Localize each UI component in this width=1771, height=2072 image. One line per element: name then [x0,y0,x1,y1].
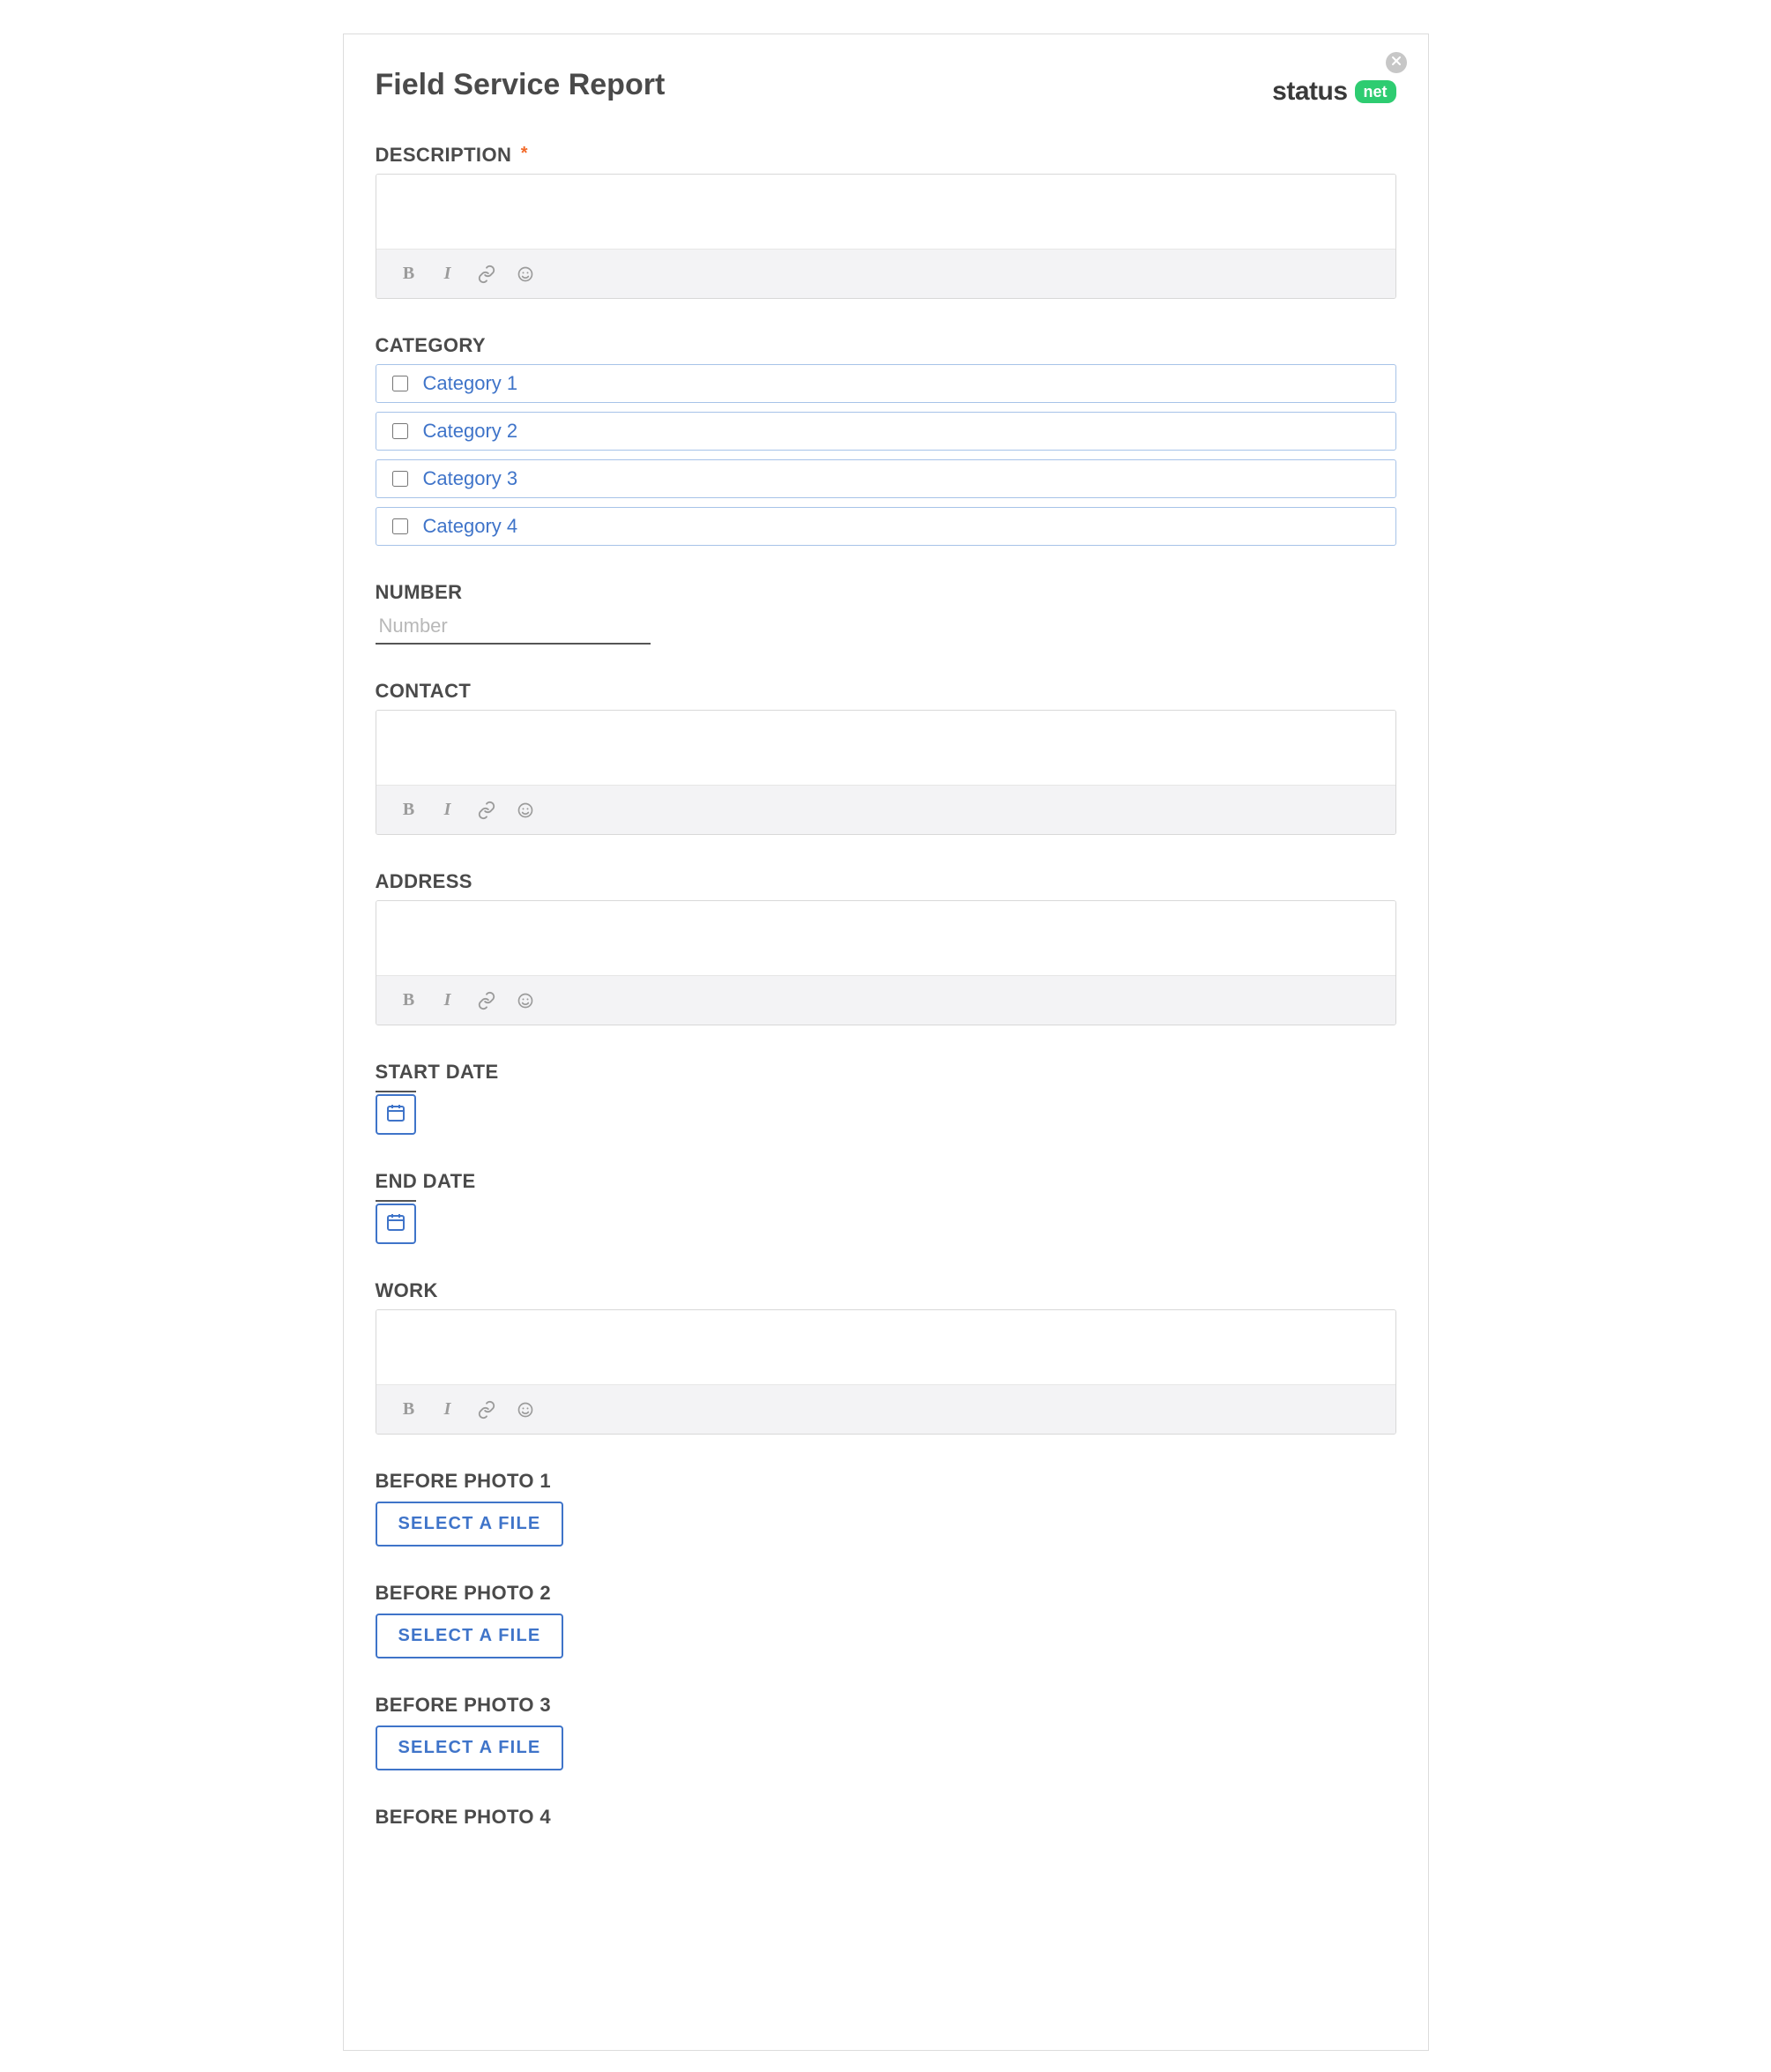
end-date-underline [376,1200,416,1202]
contact-input[interactable] [376,711,1395,785]
number-label: NUMBER [376,581,1396,604]
select-file-button-2[interactable]: SELECT A FILE [376,1614,564,1658]
work-toolbar: B I [376,1384,1395,1434]
category-option-label[interactable]: Category 2 [423,420,518,443]
brand-logo: status net [1272,77,1395,107]
brand-word: status [1272,77,1347,107]
select-file-button-3[interactable]: SELECT A FILE [376,1725,564,1770]
category-option-label[interactable]: Category 3 [423,467,518,490]
field-before-photo-1: BEFORE PHOTO 1 SELECT A FILE [376,1470,1396,1547]
italic-icon[interactable]: I [438,1400,458,1420]
address-label: ADDRESS [376,870,1396,893]
emoji-icon[interactable] [516,1400,535,1420]
link-icon[interactable] [477,265,496,284]
field-number: NUMBER [376,581,1396,645]
close-icon [1391,55,1402,71]
field-description: DESCRIPTION * B I [376,144,1396,299]
description-editor: B I [376,174,1396,299]
field-category: CATEGORY Category 1 Category 2 Category … [376,334,1396,546]
category-checkbox-4[interactable] [392,518,408,534]
description-label-text: DESCRIPTION [376,144,512,166]
address-editor: B I [376,900,1396,1025]
start-date-underline [376,1091,416,1092]
number-input[interactable] [376,611,651,645]
before-photo-1-label: BEFORE PHOTO 1 [376,1470,1396,1493]
italic-icon[interactable]: I [438,801,458,820]
category-option-2[interactable]: Category 2 [376,412,1396,451]
select-file-button-1[interactable]: SELECT A FILE [376,1502,564,1547]
field-contact: CONTACT B I [376,680,1396,835]
field-work: WORK B I [376,1279,1396,1435]
category-option-4[interactable]: Category 4 [376,507,1396,546]
close-button[interactable] [1386,52,1407,73]
start-date-label: START DATE [376,1061,1396,1084]
modal-title: Field Service Report [376,68,666,102]
link-icon[interactable] [477,991,496,1010]
description-toolbar: B I [376,249,1395,298]
description-input[interactable] [376,175,1395,249]
start-date-picker-button[interactable] [376,1094,416,1135]
bold-icon[interactable]: B [399,265,419,284]
before-photo-2-label: BEFORE PHOTO 2 [376,1582,1396,1605]
before-photo-4-label: BEFORE PHOTO 4 [376,1806,1396,1829]
category-checkbox-1[interactable] [392,376,408,391]
field-before-photo-2: BEFORE PHOTO 2 SELECT A FILE [376,1582,1396,1658]
category-option-label[interactable]: Category 1 [423,372,518,395]
category-checkbox-3[interactable] [392,471,408,487]
bold-icon[interactable]: B [399,1400,419,1420]
brand-badge: net [1355,80,1396,103]
italic-icon[interactable]: I [438,991,458,1010]
field-start-date: START DATE [376,1061,1396,1135]
contact-label: CONTACT [376,680,1396,703]
work-editor: B I [376,1309,1396,1435]
contact-editor: B I [376,710,1396,835]
emoji-icon[interactable] [516,265,535,284]
category-checkbox-2[interactable] [392,423,408,439]
field-before-photo-4: BEFORE PHOTO 4 [376,1806,1396,1829]
field-address: ADDRESS B I [376,870,1396,1025]
link-icon[interactable] [477,801,496,820]
modal-header: Field Service Report status net [376,63,1396,107]
field-before-photo-3: BEFORE PHOTO 3 SELECT A FILE [376,1694,1396,1770]
end-date-picker-button[interactable] [376,1204,416,1244]
emoji-icon[interactable] [516,801,535,820]
bold-icon[interactable]: B [399,991,419,1010]
field-service-report-modal: Field Service Report status net DESCRIPT… [343,34,1429,2051]
work-input[interactable] [376,1310,1395,1384]
contact-toolbar: B I [376,785,1395,834]
end-date-label: END DATE [376,1170,1396,1193]
emoji-icon[interactable] [516,991,535,1010]
description-label: DESCRIPTION * [376,144,1396,167]
link-icon[interactable] [477,1400,496,1420]
calendar-icon [385,1211,406,1237]
before-photo-3-label: BEFORE PHOTO 3 [376,1694,1396,1717]
work-label: WORK [376,1279,1396,1302]
category-label: CATEGORY [376,334,1396,357]
category-option-1[interactable]: Category 1 [376,364,1396,403]
address-toolbar: B I [376,975,1395,1025]
field-end-date: END DATE [376,1170,1396,1244]
category-option-label[interactable]: Category 4 [423,515,518,538]
calendar-icon [385,1102,406,1128]
address-input[interactable] [376,901,1395,975]
category-option-3[interactable]: Category 3 [376,459,1396,498]
italic-icon[interactable]: I [438,265,458,284]
bold-icon[interactable]: B [399,801,419,820]
required-star-icon: * [521,144,528,163]
category-list: Category 1 Category 2 Category 3 Categor… [376,364,1396,546]
